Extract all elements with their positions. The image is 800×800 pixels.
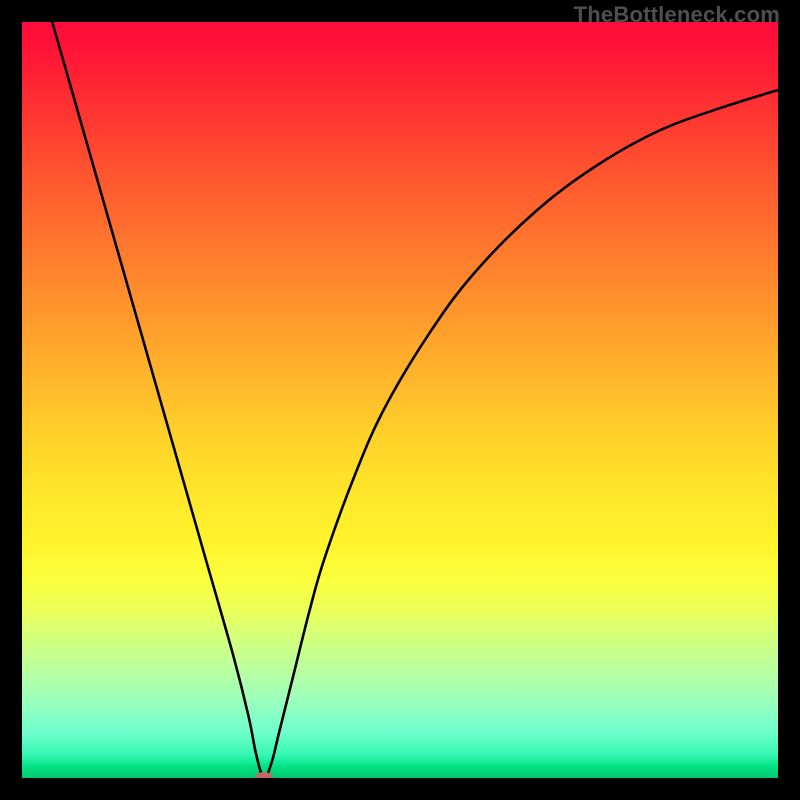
bottleneck-curve [52, 22, 778, 778]
watermark-text: TheBottleneck.com [574, 2, 780, 28]
chart-frame: TheBottleneck.com [0, 0, 800, 800]
curve-layer [22, 22, 778, 778]
minimum-marker-icon [255, 772, 273, 778]
plot-area [22, 22, 778, 778]
